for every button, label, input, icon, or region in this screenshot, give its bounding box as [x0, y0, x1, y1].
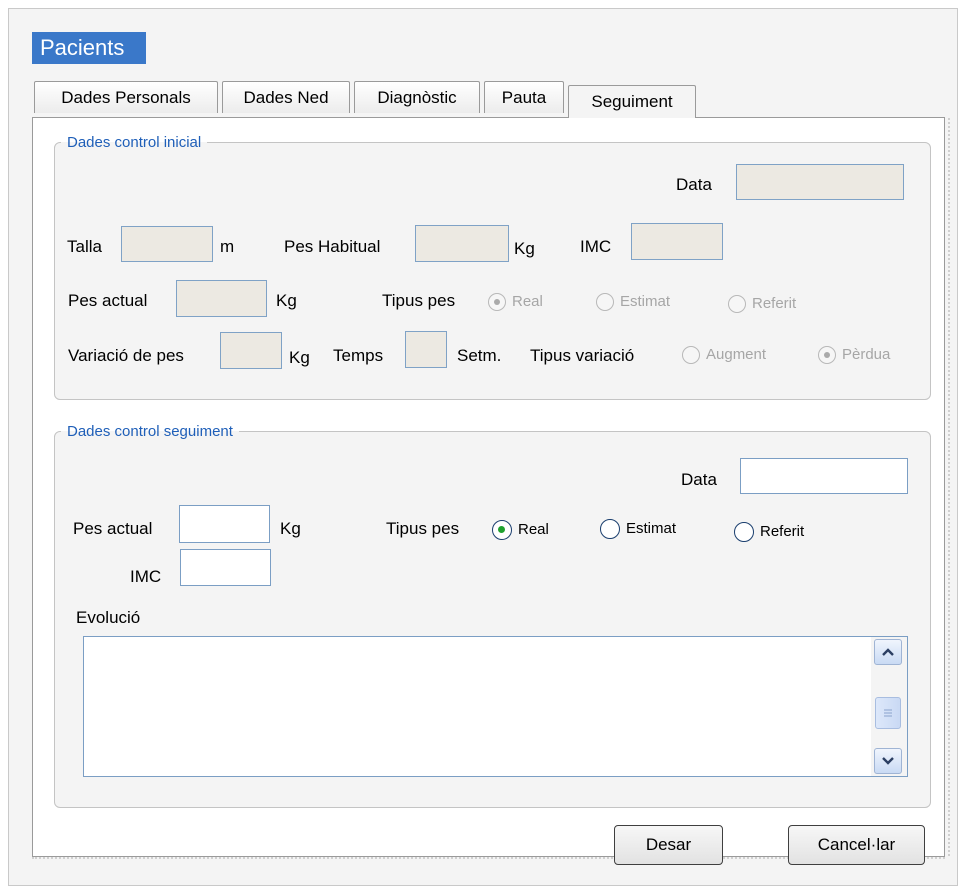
scroll-down-button[interactable]: [874, 748, 902, 774]
radio-unchecked-icon: [734, 522, 754, 543]
followup-date-label: Data: [681, 470, 717, 489]
initial-radio-referit[interactable]: Referit: [728, 294, 796, 314]
evolucio-scrollbar[interactable]: [871, 637, 907, 776]
followup-tipus-pes-label: Tipus pes: [386, 519, 460, 538]
followup-pes-actual-label: Pes actual: [73, 519, 153, 538]
initial-radio-real[interactable]: Real: [488, 292, 543, 312]
initial-imc-input[interactable]: [631, 223, 723, 260]
followup-radio-estimat[interactable]: Estimat: [600, 519, 676, 540]
window-title: Pacients: [32, 32, 147, 64]
followup-pes-actual-input[interactable]: [179, 505, 270, 543]
followup-imc-input[interactable]: [180, 549, 271, 586]
followup-pes-actual-unit: Kg: [280, 519, 301, 538]
radio-perdua[interactable]: Pèrdua: [818, 345, 890, 365]
initial-date-label: Data: [676, 175, 712, 194]
initial-imc-label: IMC: [580, 237, 612, 256]
scroll-up-button[interactable]: [874, 639, 902, 665]
talla-label: Talla: [67, 237, 102, 256]
variacio-input[interactable]: [220, 332, 282, 369]
radio-unchecked-icon: [682, 346, 700, 365]
cancel-button[interactable]: Cancel·lar: [788, 825, 925, 865]
evolucio-label: Evolució: [76, 608, 141, 627]
tab-dades-personals[interactable]: Dades Personals: [34, 81, 218, 113]
tab-diagnostic[interactable]: Diagnòstic: [354, 81, 480, 113]
variacio-label: Variació de pes: [68, 346, 184, 365]
followup-date-input[interactable]: [740, 458, 908, 494]
temps-input[interactable]: [405, 331, 447, 368]
pes-habitual-unit: Kg: [514, 239, 535, 258]
initial-radio-estimat[interactable]: Estimat: [596, 292, 670, 312]
pes-habitual-input[interactable]: [415, 225, 509, 262]
radio-checked-icon: [488, 293, 506, 312]
initial-pes-actual-input[interactable]: [176, 280, 267, 317]
tab-pauta[interactable]: Pauta: [484, 81, 564, 113]
radio-unchecked-icon: [596, 293, 614, 312]
radio-checked-icon: [492, 520, 512, 541]
pes-habitual-label: Pes Habitual: [284, 237, 381, 256]
followup-imc-label: IMC: [130, 567, 162, 586]
tab-dades-ned[interactable]: Dades Ned: [222, 81, 350, 113]
scroll-thumb[interactable]: [875, 697, 901, 729]
variacio-unit: Kg: [289, 348, 310, 367]
radio-unchecked-icon: [728, 295, 746, 314]
followup-radio-referit[interactable]: Referit: [734, 522, 804, 543]
talla-unit: m: [220, 237, 235, 256]
chevron-up-icon: [882, 648, 894, 656]
initial-pes-actual-label: Pes actual: [68, 291, 148, 310]
followup-control-legend: Dades control seguiment: [67, 423, 233, 440]
talla-input[interactable]: [121, 226, 213, 262]
tipus-variacio-label: Tipus variació: [530, 346, 635, 365]
radio-unchecked-icon: [600, 519, 620, 540]
temps-label: Temps: [333, 346, 384, 365]
initial-control-legend: Dades control inicial: [67, 134, 202, 151]
followup-radio-real[interactable]: Real: [492, 520, 549, 541]
chevron-down-icon: [882, 757, 894, 765]
grip-icon: [884, 709, 892, 717]
initial-pes-actual-unit: Kg: [276, 291, 297, 310]
tab-seguiment[interactable]: Seguiment: [568, 85, 696, 118]
initial-date-input[interactable]: [736, 164, 904, 200]
save-button[interactable]: Desar: [614, 825, 723, 865]
radio-checked-icon: [818, 346, 836, 365]
temps-unit: Setm.: [457, 346, 502, 365]
evolucio-textarea[interactable]: [83, 636, 908, 777]
initial-tipus-pes-label: Tipus pes: [382, 291, 456, 310]
radio-augment[interactable]: Augment: [682, 345, 766, 365]
